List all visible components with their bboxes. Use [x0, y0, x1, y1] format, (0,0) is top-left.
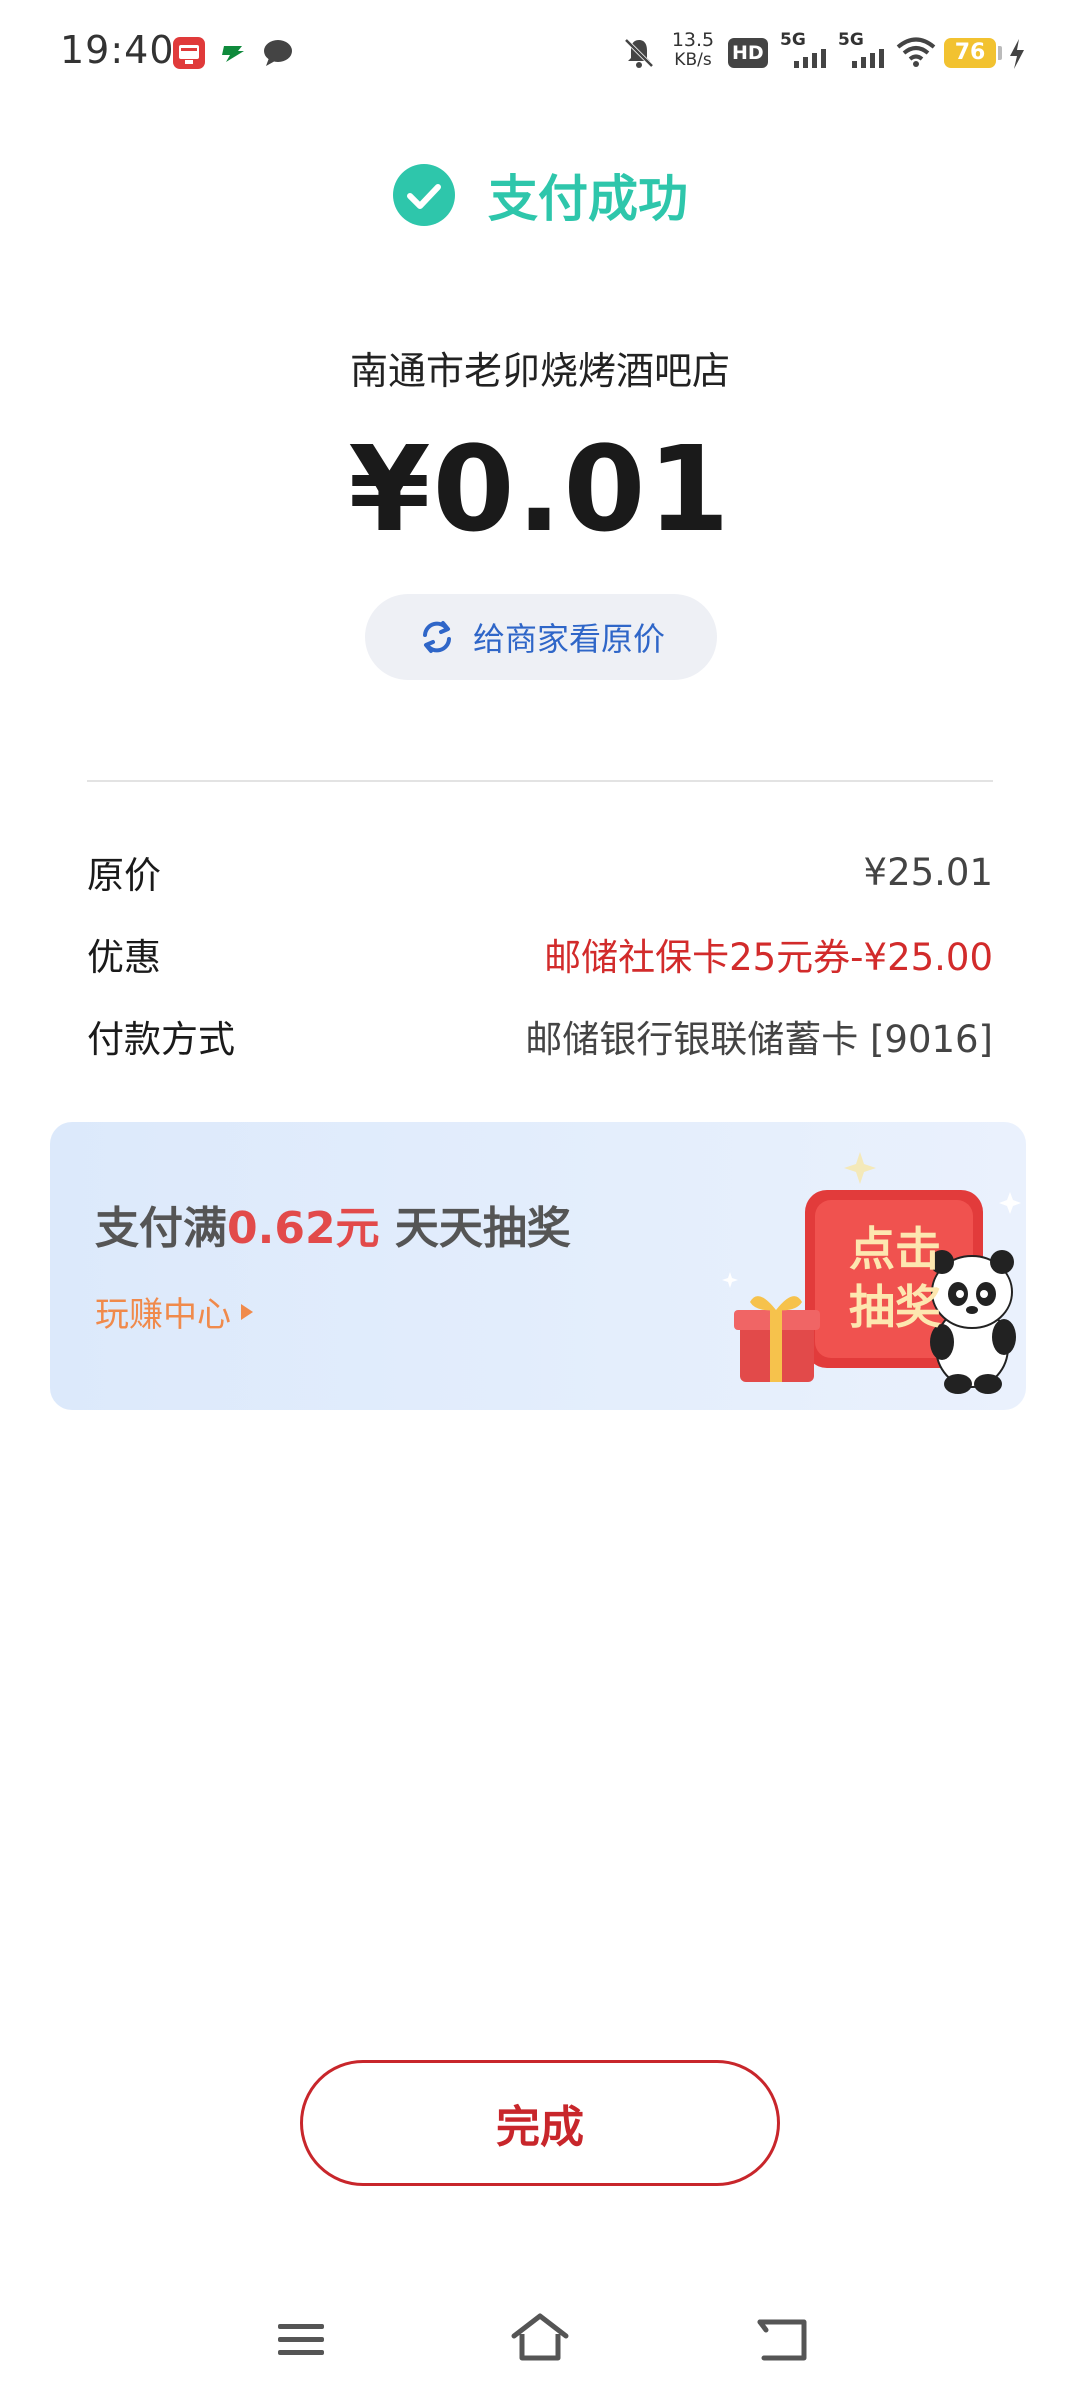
lottery-illustration[interactable]: 点击 抽奖: [710, 1142, 1026, 1402]
detail-value: 邮储社保卡25元券-¥25.00: [544, 936, 993, 979]
promo-title-amount: 0.62元: [227, 1203, 380, 1254]
detail-label: 付款方式: [87, 1018, 235, 1061]
sim2-label: 5G: [838, 30, 864, 50]
sim1-label: 5G: [780, 30, 806, 50]
charging-bolt-icon: [1010, 39, 1024, 69]
battery-tip: [998, 46, 1002, 60]
message-bubble-icon: [264, 40, 292, 66]
promo-title-suffix: 天天抽奖: [379, 1203, 571, 1254]
play-earn-center-label: 玩赚中心: [95, 1295, 231, 1335]
promo-title-prefix: 支付满: [95, 1203, 227, 1254]
wifi-icon: [896, 37, 936, 67]
signal-sim2: 5G: [838, 30, 884, 68]
signal-sim1: 5G: [780, 30, 826, 68]
detail-value: ¥25.01: [863, 850, 993, 894]
status-time: 19:40: [60, 28, 175, 72]
detail-value: 邮储银行银联储蓄卡 [9016]: [525, 1018, 993, 1061]
network-speed-unit: KB/s: [674, 50, 712, 70]
payment-status-text: 支付成功: [488, 170, 688, 228]
detail-row-original-price: 原价 ¥25.01: [87, 842, 993, 902]
lottery-badge-line1: 点击: [849, 1222, 941, 1276]
triangle-right-icon: [241, 1303, 253, 1320]
lottery-promo-banner[interactable]: 支付满0.62元 天天抽奖 玩赚中心 点击 抽奖: [50, 1122, 1026, 1410]
detail-row-discount: 优惠 邮储社保卡25元券-¥25.00: [87, 924, 993, 984]
signal-bars-icon: [852, 49, 884, 68]
show-original-price-button[interactable]: 给商家看原价: [365, 594, 717, 680]
detail-label: 优惠: [87, 936, 161, 979]
menu-icon[interactable]: [276, 2320, 326, 2360]
lottery-badge-line2: 抽奖: [849, 1280, 941, 1334]
show-original-price-label: 给商家看原价: [472, 620, 665, 658]
done-button[interactable]: 完成: [300, 2060, 780, 2186]
home-icon[interactable]: [510, 2312, 570, 2364]
postal-icon: [222, 46, 244, 62]
bank-app-icon: [173, 37, 205, 69]
refresh-icon: [422, 621, 451, 653]
mute-bell-icon: [624, 38, 654, 68]
status-bar: 19:40 13.5 KB/s HD 5G 5G 76: [0, 0, 1080, 110]
signal-bars-icon: [794, 49, 826, 68]
detail-row-payment-method: 付款方式 邮储银行银联储蓄卡 [9016]: [87, 1006, 993, 1066]
promo-title: 支付满0.62元 天天抽奖: [95, 1192, 571, 1256]
hd-badge: HD: [728, 38, 768, 68]
network-speed: 13.5 KB/s: [668, 30, 718, 70]
play-earn-center-link[interactable]: 玩赚中心: [95, 1287, 255, 1336]
success-check-icon: [393, 164, 455, 226]
back-icon[interactable]: [756, 2316, 808, 2362]
payment-status: 支付成功: [0, 150, 1080, 240]
divider: [87, 780, 993, 782]
battery-level: 76: [944, 38, 996, 68]
merchant-name: 南通市老卯烧烤酒吧店: [349, 349, 730, 393]
detail-label: 原价: [87, 854, 161, 897]
paid-amount: ¥0.01: [348, 420, 732, 558]
network-speed-value: 13.5: [671, 29, 715, 51]
lottery-badge-text: 点击 抽奖: [820, 1220, 970, 1336]
